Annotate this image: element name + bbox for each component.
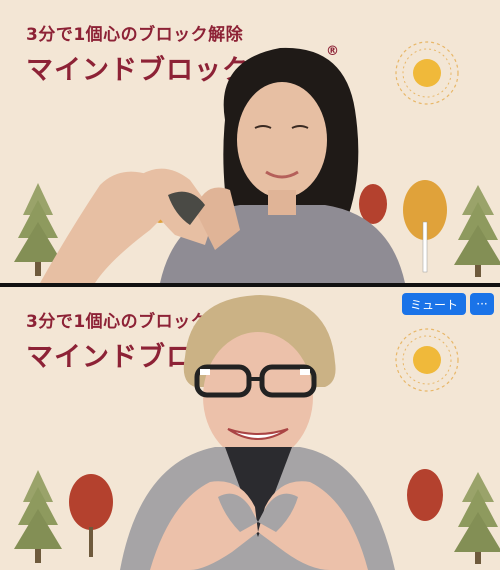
participant-video-2 bbox=[120, 295, 395, 570]
participant-video-1 bbox=[40, 47, 405, 283]
tile-controls: ミュート ··· bbox=[401, 293, 494, 315]
video-tile-1[interactable]: 3分で1個心のブロック解除 マインドブロックバ ® bbox=[0, 0, 500, 283]
more-options-button[interactable]: ··· bbox=[470, 293, 494, 315]
video-tile-2[interactable]: 3分で1個心のブロック マインドブロッ ミュート ··· bbox=[0, 287, 500, 570]
mute-button[interactable]: ミュート bbox=[401, 293, 466, 315]
